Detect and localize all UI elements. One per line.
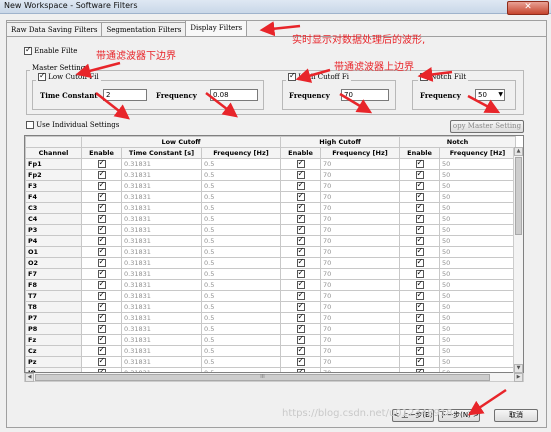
arrow-to-high-cutoff — [295, 68, 331, 83]
arrow-to-low-cutoff — [75, 61, 121, 79]
annotation-arrows — [75, 21, 507, 416]
arrow-to-time-constant — [95, 92, 130, 120]
arrow-to-high-frequency — [339, 92, 373, 114]
arrow-to-notch-frequency — [467, 94, 501, 114]
arrow-to-notch — [417, 67, 453, 82]
arrow-to-display-tab — [259, 21, 301, 37]
tab-display-filters[interactable]: Display Filters — [185, 20, 248, 36]
arrow-to-next-button — [467, 388, 507, 416]
arrow-to-low-frequency — [205, 92, 238, 118]
